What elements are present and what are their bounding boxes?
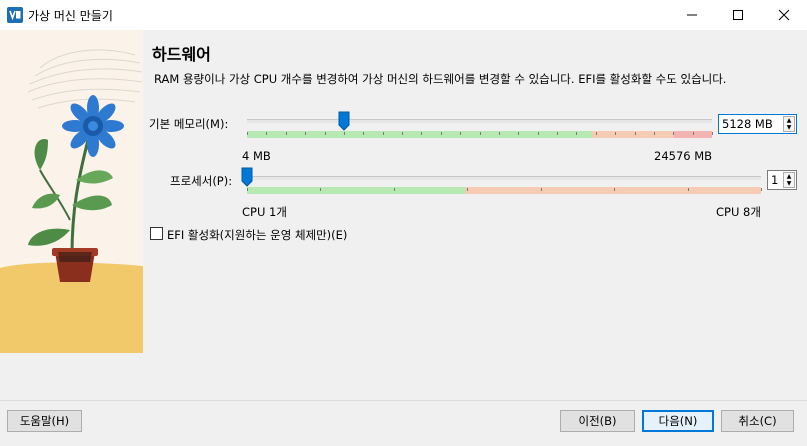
- close-icon: [778, 9, 790, 21]
- slider-tick: [394, 188, 395, 191]
- processor-slider-track[interactable]: [247, 176, 761, 180]
- processor-max-label: CPU 8개: [716, 205, 761, 219]
- slider-tick: [712, 132, 713, 135]
- memory-safe-range: [247, 131, 592, 138]
- processor-stepper[interactable]: ▲ ▼: [783, 172, 795, 188]
- next-button[interactable]: 다음(N): [642, 410, 714, 432]
- slider-tick: [325, 132, 326, 135]
- processor-slider-handle[interactable]: [241, 167, 253, 187]
- memory-spinbox[interactable]: 5128 MB ▲ ▼: [718, 114, 797, 134]
- slider-tick: [441, 132, 442, 135]
- hardware-page: 하드웨어 RAM 용량이나 가상 CPU 개수를 변경하여 가상 머신의 하드웨…: [143, 30, 807, 400]
- memory-warning-range: [592, 131, 674, 138]
- slider-tick: [383, 132, 384, 135]
- dialog-footer: 도움말(H) 이전(B) 다음(N) 취소(C): [0, 400, 807, 446]
- cancel-button[interactable]: 취소(C): [721, 410, 794, 432]
- slider-tick: [518, 132, 519, 135]
- processor-safe-range: [247, 187, 465, 194]
- minimize-button[interactable]: [669, 0, 715, 30]
- slider-tick: [541, 188, 542, 191]
- slider-tick: [247, 188, 248, 191]
- slider-tick: [480, 132, 481, 135]
- spin-up-icon[interactable]: ▲: [784, 173, 794, 180]
- slider-tick: [576, 132, 577, 135]
- processor-label: 프로세서(P):: [170, 174, 233, 188]
- processor-value[interactable]: 1: [771, 173, 778, 187]
- slider-tick: [693, 132, 694, 135]
- slider-tick: [286, 132, 287, 135]
- slider-tick: [596, 132, 597, 135]
- window-title: 가상 머신 만들기: [28, 9, 113, 23]
- memory-label: 기본 메모리(M):: [149, 117, 229, 131]
- slider-tick: [247, 132, 248, 135]
- slider-tick: [615, 132, 616, 135]
- memory-value[interactable]: 5128 MB: [722, 117, 773, 131]
- memory-max-label: 24576 MB: [654, 149, 713, 163]
- flower-pot-illustration: [0, 49, 143, 353]
- close-button[interactable]: [761, 0, 807, 30]
- wizard-illustration: [0, 30, 143, 353]
- slider-tick: [673, 132, 674, 135]
- spin-down-icon[interactable]: ▼: [784, 180, 794, 187]
- back-button[interactable]: 이전(B): [560, 410, 635, 432]
- maximize-icon: [733, 10, 743, 20]
- maximize-button[interactable]: [715, 0, 761, 30]
- spin-up-icon[interactable]: ▲: [784, 117, 794, 124]
- slider-tick: [344, 132, 345, 135]
- slider-tick: [557, 132, 558, 135]
- memory-slider-handle[interactable]: [338, 111, 350, 131]
- slider-tick: [761, 188, 762, 191]
- page-description: RAM 용량이나 가상 CPU 개수를 변경하여 가상 머신의 하드웨어를 변경…: [154, 72, 727, 86]
- efi-label[interactable]: EFI 활성화(지원하는 운영 체제만)(E): [167, 227, 347, 243]
- processor-spinbox[interactable]: 1 ▲ ▼: [767, 170, 797, 190]
- slider-tick: [654, 132, 655, 135]
- slider-tick: [421, 132, 422, 135]
- minimize-icon: [687, 14, 697, 16]
- slider-tick: [402, 132, 403, 135]
- slider-tick: [538, 132, 539, 135]
- efi-checkbox[interactable]: [150, 227, 163, 240]
- memory-stepper[interactable]: ▲ ▼: [783, 116, 795, 132]
- slider-tick: [460, 132, 461, 135]
- title-bar: 가상 머신 만들기: [0, 0, 807, 30]
- slider-tick: [467, 188, 468, 191]
- spin-down-icon[interactable]: ▼: [784, 124, 794, 131]
- processor-min-label: CPU 1개: [242, 205, 287, 219]
- slider-tick: [266, 132, 267, 135]
- help-button[interactable]: 도움말(H): [7, 410, 82, 432]
- slider-tick: [305, 132, 306, 135]
- slider-tick: [635, 132, 636, 135]
- slider-tick: [320, 188, 321, 191]
- slider-tick: [499, 132, 500, 135]
- page-heading: 하드웨어: [152, 45, 211, 64]
- slider-tick: [363, 132, 364, 135]
- processor-warning-range: [465, 187, 761, 194]
- virtualbox-icon: [7, 7, 23, 23]
- slider-tick: [614, 188, 615, 191]
- slider-tick: [688, 188, 689, 191]
- memory-slider-track[interactable]: [247, 119, 712, 123]
- memory-min-label: 4 MB: [242, 149, 271, 163]
